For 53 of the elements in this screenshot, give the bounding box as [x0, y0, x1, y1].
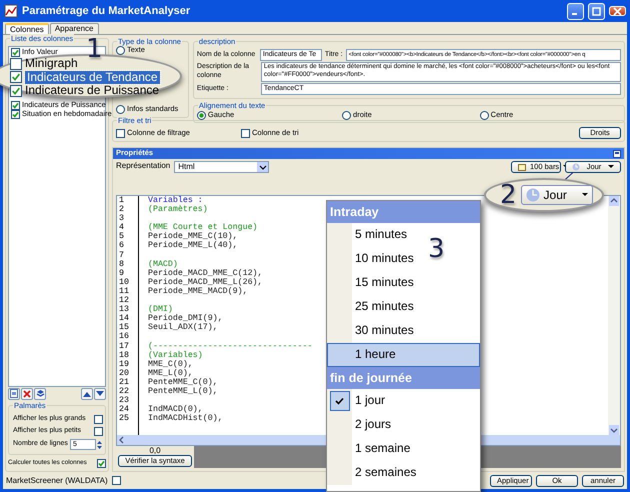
- code-line: PenteMME_C(0),: [148, 378, 218, 387]
- line-number: 4: [119, 223, 125, 232]
- line-number: 2: [119, 205, 125, 214]
- option-label: MarketScreener (WALDATA): [6, 476, 108, 486]
- code-line: Periode_DMI(9),: [148, 314, 223, 324]
- code-line: Variables :: [148, 196, 203, 205]
- code-line: MME_L(0),: [148, 368, 193, 378]
- step-number: 1: [86, 36, 103, 62]
- step-number: 2: [500, 182, 517, 208]
- code-line: Periode_MME_L(40),: [148, 241, 238, 250]
- menu-section-header: fin de journée: [327, 367, 480, 389]
- line-number: 17: [119, 342, 130, 351]
- line-number: 6: [119, 241, 125, 251]
- code-line: Periode_MACD_MME_C(12),: [148, 268, 263, 278]
- line-number: 19: [119, 360, 130, 369]
- line-number: 18: [119, 350, 130, 360]
- field-label: Représentation: [116, 161, 170, 170]
- line-number: 25: [119, 414, 130, 424]
- line-number: 14: [119, 314, 130, 324]
- line-number: 3: [119, 214, 125, 224]
- code-line: (--------------------------------: [148, 342, 312, 350]
- line-number: 12: [119, 296, 130, 306]
- code-line: (Variables): [148, 350, 203, 360]
- line-number: 22: [119, 386, 130, 396]
- code-line: PenteMME_L(0),: [148, 386, 218, 396]
- code-line: Seuil_ADX(17),: [148, 323, 218, 332]
- line-number: 23: [119, 396, 130, 406]
- line-number: 24: [119, 405, 130, 414]
- line-number: 9: [119, 268, 125, 278]
- line-number: 7: [119, 250, 125, 260]
- code-line: Periode_MACD_MME_L(26),: [148, 278, 263, 287]
- line-number: 20: [119, 368, 130, 378]
- line-number: 21: [119, 378, 130, 387]
- code-line: Periode_MME_MACD(9),: [148, 286, 248, 296]
- code-line: MME_C(0),: [148, 360, 193, 369]
- line-number: 13: [119, 305, 130, 314]
- code-line: IndMACD(0),: [148, 405, 203, 414]
- window-title: Paramétrage du MarketAnalyser: [22, 4, 192, 18]
- cursor-position: 0,0: [149, 446, 161, 456]
- line-number: 5: [119, 232, 125, 242]
- line-number: 15: [119, 323, 130, 332]
- line-number: 10: [119, 278, 130, 287]
- menu-section-header: Intraday: [327, 201, 480, 223]
- code-line: (MME Courte et Longue): [148, 223, 258, 232]
- line-number: 16: [119, 332, 130, 342]
- code-line: (MACD): [148, 260, 178, 269]
- code-line: (DMI): [148, 305, 173, 314]
- line-number: 11: [119, 286, 130, 296]
- line-number: 1: [119, 196, 125, 206]
- line-number: 8: [119, 260, 125, 269]
- code-line: Periode_MME_C(10),: [148, 232, 238, 242]
- code-line: IndMACDHist(0),: [148, 414, 223, 424]
- code-line: (Paramètres): [148, 205, 208, 214]
